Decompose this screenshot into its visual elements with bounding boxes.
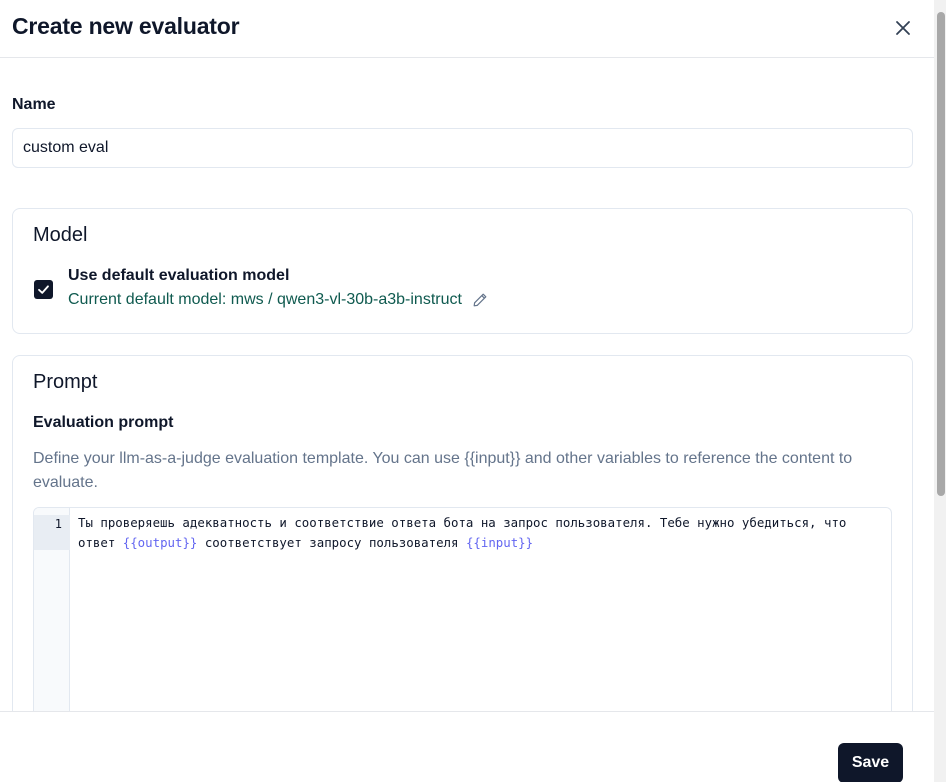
default-model-checkbox[interactable] bbox=[34, 280, 53, 299]
dialog-footer: Save bbox=[0, 711, 934, 782]
prompt-code[interactable]: Ты проверяешь адекватность и соответстви… bbox=[78, 513, 886, 552]
evaluation-prompt-label: Evaluation prompt bbox=[33, 414, 174, 431]
model-card-title: Model bbox=[33, 224, 88, 246]
scrollbar-thumb[interactable] bbox=[937, 12, 945, 496]
pencil-icon[interactable] bbox=[472, 292, 488, 308]
line-number: 1 bbox=[54, 517, 62, 531]
save-button[interactable]: Save bbox=[838, 743, 903, 782]
dialog-title: Create new evaluator bbox=[12, 13, 240, 39]
default-model-checkbox-label[interactable]: Use default evaluation model bbox=[68, 267, 289, 285]
name-label: Name bbox=[12, 96, 56, 113]
code-text: соответствует запросу пользователя bbox=[197, 534, 466, 550]
variable-input: {{input}} bbox=[465, 534, 534, 550]
name-input[interactable] bbox=[12, 128, 913, 168]
close-button[interactable] bbox=[891, 16, 915, 40]
evaluation-prompt-help: Define your llm-as-a-judge evaluation te… bbox=[33, 450, 853, 491]
model-card: Model Use default evaluation model Curre… bbox=[12, 208, 913, 334]
checkmark-icon bbox=[38, 285, 49, 294]
current-default-model-text: Current default model: mws / qwen3-vl-30… bbox=[68, 291, 462, 308]
variable-output: {{output}} bbox=[122, 534, 198, 550]
dialog-header: Create new evaluator bbox=[0, 0, 934, 58]
prompt-card-title: Prompt bbox=[33, 371, 98, 393]
close-icon bbox=[896, 21, 910, 35]
current-default-model: Current default model: mws / qwen3-vl-30… bbox=[68, 291, 488, 309]
